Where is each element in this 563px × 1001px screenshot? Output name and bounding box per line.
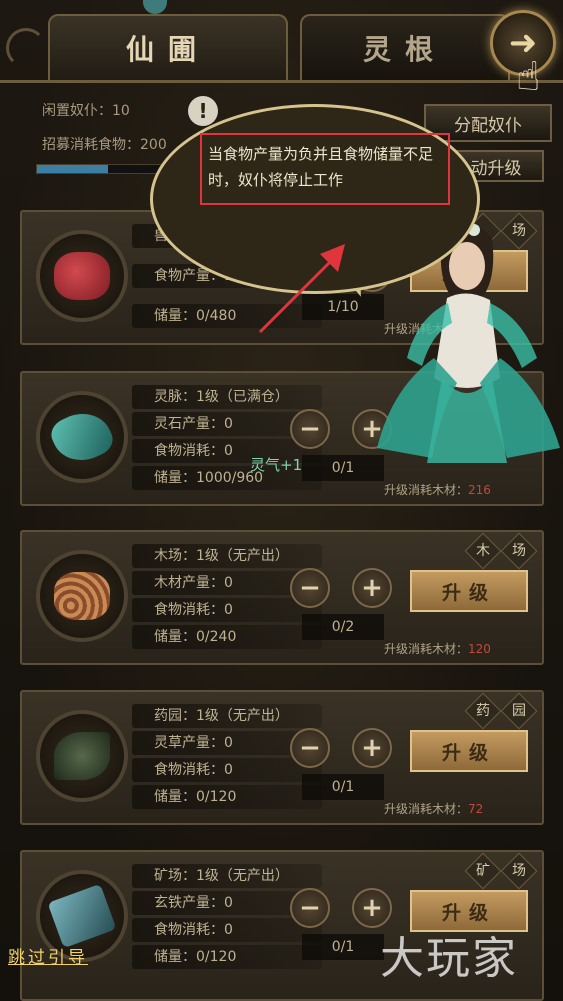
building-name: 药园：1级（无产出） xyxy=(132,704,322,728)
worker-count: 0/1 xyxy=(302,774,384,800)
warning-icon[interactable]: ! xyxy=(188,96,218,126)
tutorial-tip-text: 当食物产量为负并且食物储量不足时，奴仆将停止工作 xyxy=(200,133,450,205)
spirit-gain-popup: 灵气+1 xyxy=(250,456,303,474)
recruit-cost-text: 招募消耗食物：200 xyxy=(42,137,167,153)
worker-count: 0/2 xyxy=(302,614,384,640)
building-name: 灵脉：1级（已满仓） xyxy=(132,385,322,409)
tab-xianpu[interactable]: 仙圃 xyxy=(48,14,288,80)
minus-button[interactable]: − xyxy=(290,728,330,768)
minus-button[interactable]: − xyxy=(290,568,330,608)
upgrade-button[interactable]: 升级 xyxy=(410,730,528,772)
upgrade-button[interactable]: 升级 xyxy=(410,570,528,612)
logs-icon xyxy=(36,550,128,642)
watermark-logo: 大玩家 xyxy=(380,933,518,984)
worker-count: 0/1 xyxy=(302,934,384,960)
building-card-herb-garden: 药园：1级（无产出） 灵草产量：0 食物消耗：0 储量：0/120 − + 0/… xyxy=(20,690,544,825)
tab-divider xyxy=(0,80,563,83)
minus-button[interactable]: − xyxy=(290,409,330,449)
storage-stat: 储量：0/120 xyxy=(132,785,322,809)
herb-icon xyxy=(36,710,128,802)
plus-button[interactable]: + xyxy=(352,728,392,768)
storage-stat: 储量：0/240 xyxy=(132,625,322,649)
crystal-icon xyxy=(36,391,128,483)
recruit-progress-fill xyxy=(37,165,109,173)
gem-ornament-icon xyxy=(143,0,167,14)
tab-linggen[interactable]: 灵根 xyxy=(300,14,510,80)
food-consumption-stat: 食物消耗：0 xyxy=(132,598,322,622)
building-tag: 矿 场 xyxy=(464,852,538,890)
storage-stat: 储量：0/120 xyxy=(132,945,322,969)
upgrade-cost: 升级消耗木材：72 xyxy=(384,802,484,816)
building-name: 木场：1级（无产出） xyxy=(132,544,322,568)
building-tag: 药 园 xyxy=(464,692,538,730)
building-tag: 木 场 xyxy=(464,532,538,570)
building-card-lumber-yard: 木场：1级（无产出） 木材产量：0 食物消耗：0 储量：0/240 − + 0/… xyxy=(20,530,544,665)
upgrade-cost: 升级消耗木材：216 xyxy=(384,483,491,497)
building-name: 矿场：1级（无产出） xyxy=(132,864,322,888)
tutorial-arrow-icon xyxy=(258,244,345,334)
tab-bar: 仙圃 灵根 ➜ ☝ xyxy=(0,0,563,100)
minus-button[interactable]: − xyxy=(290,888,330,928)
plus-button[interactable]: + xyxy=(352,568,392,608)
scroll-ornament-icon xyxy=(6,28,46,68)
food-consumption-stat: 食物消耗：0 xyxy=(132,758,322,782)
food-consumption-stat: 食物消耗：0 xyxy=(132,918,322,942)
idle-servants-text: 闲置奴仆：10 xyxy=(42,103,130,119)
meat-icon xyxy=(36,230,128,322)
upgrade-cost: 升级消耗木材：120 xyxy=(384,642,491,656)
skip-tutorial-link[interactable]: 跳过引导 xyxy=(8,943,88,968)
